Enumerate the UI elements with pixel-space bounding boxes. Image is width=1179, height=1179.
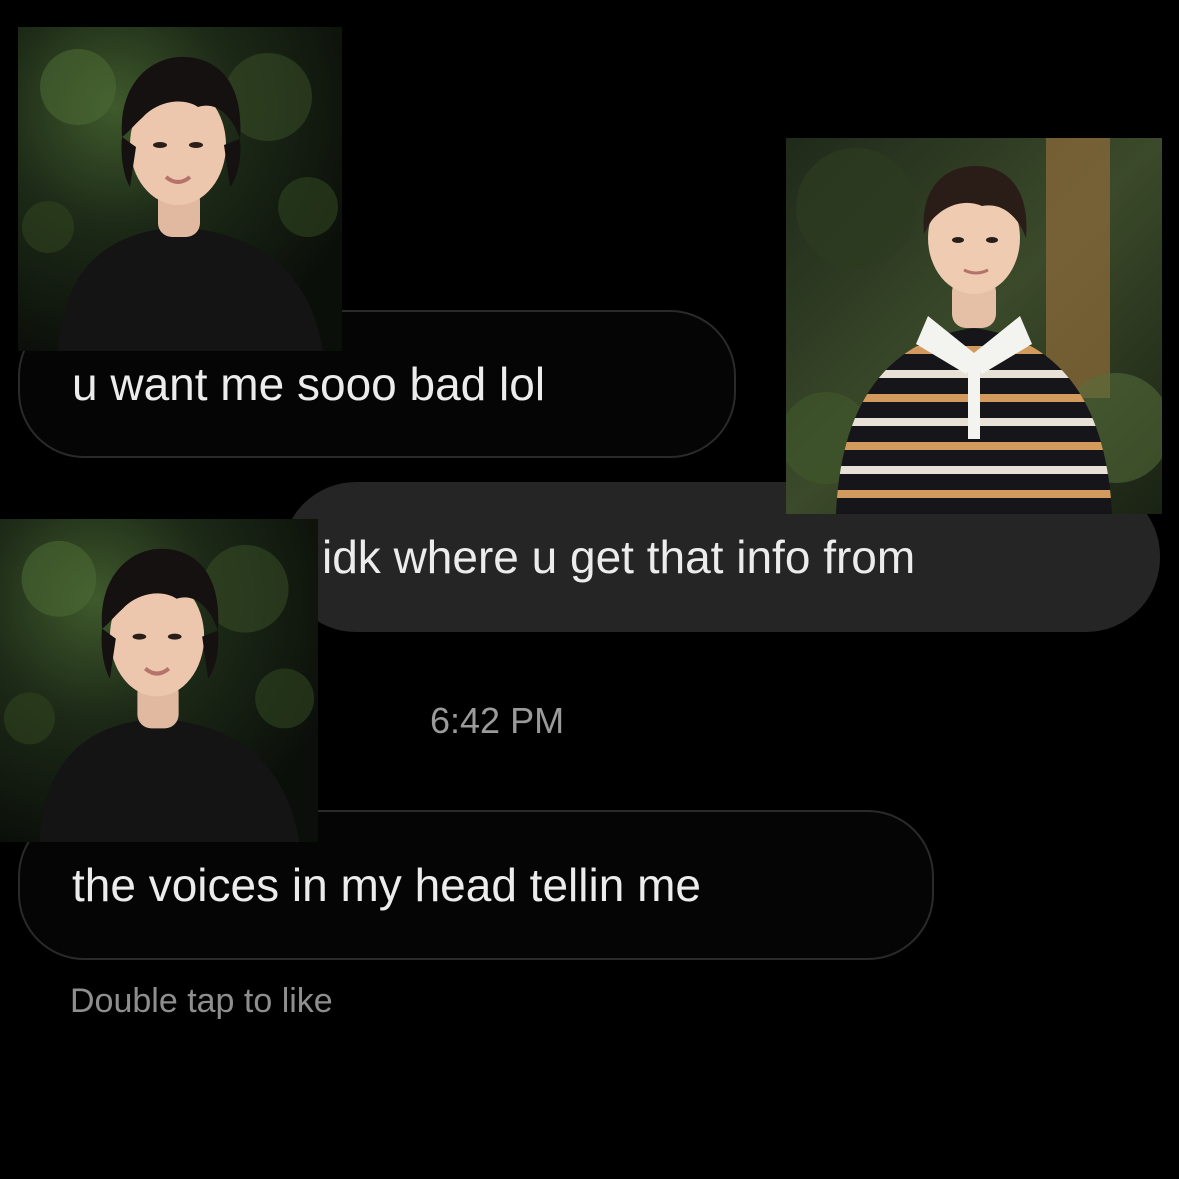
message-timestamp: 6:42 PM [430,700,565,741]
person-photo-dark-shirt [18,27,342,351]
message-text: u want me sooo bad lol [72,358,546,410]
person-photo-dark-shirt [0,519,318,842]
chat-collage: u want me sooo bad lol idk where u get t… [0,0,1179,1179]
double-tap-hint: Double tap to like [70,982,333,1020]
message-text: idk where u get that info from [322,531,916,583]
person-photo-striped-shirt [786,138,1162,514]
message-text: the voices in my head tellin me [72,859,701,911]
